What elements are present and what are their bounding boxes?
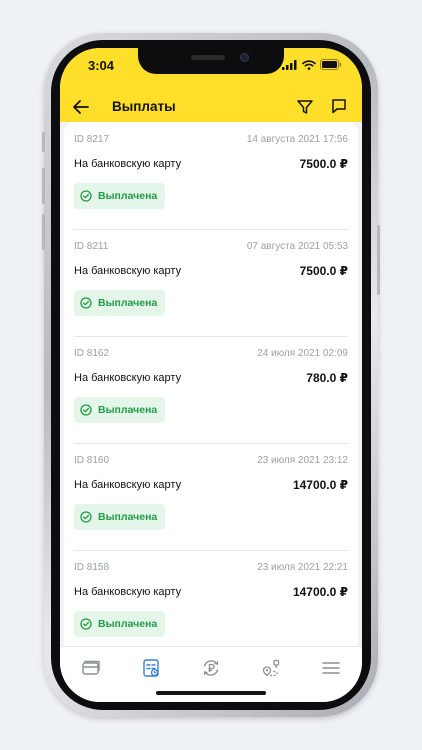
payouts-content: ID 8217 14 августа 2021 17:56 На банковс…: [60, 122, 362, 646]
payout-item[interactable]: ID 8160 23 июля 2021 23:12 На банковскую…: [74, 443, 348, 551]
payout-amount: 14700.0 ₽: [292, 478, 348, 492]
mute-switch: [42, 132, 45, 152]
wallet-icon[interactable]: [80, 657, 102, 679]
status-label: Выплачена: [98, 511, 158, 523]
route-map-icon[interactable]: [260, 657, 282, 679]
check-circle-icon: [80, 297, 92, 309]
app-header: Выплаты: [60, 92, 362, 122]
check-circle-icon: [80, 618, 92, 630]
payout-method: На банковскую карту: [74, 372, 182, 384]
power-button: [377, 225, 380, 295]
wifi-icon: [302, 59, 316, 70]
volume-down-button: [42, 214, 45, 250]
payout-method: На банковскую карту: [74, 479, 182, 491]
status-time: 3:04: [88, 58, 115, 73]
home-indicator[interactable]: [156, 691, 266, 695]
status-badge: Выплачена: [74, 397, 166, 423]
payout-date: 23 июля 2021 23:12: [257, 455, 348, 466]
page-title: Выплаты: [112, 99, 176, 114]
check-circle-icon: [80, 511, 92, 523]
payout-item[interactable]: ID 8162 24 июля 2021 02:09 На банковскую…: [74, 336, 348, 444]
payout-id: ID 8158: [74, 562, 110, 573]
signal-icon: [282, 59, 297, 70]
menu-icon[interactable]: [320, 657, 342, 679]
status-badge: Выплачена: [74, 504, 166, 530]
speaker: [191, 55, 225, 60]
app-screen: 3:04 Выплаты ID 8217 14 августа 2021 17:…: [60, 48, 362, 702]
payout-method: На банковскую карту: [74, 586, 182, 598]
status-label: Выплачена: [98, 618, 158, 630]
status-icons: [282, 59, 342, 70]
battery-icon: [320, 59, 342, 70]
filter-icon[interactable]: [296, 98, 314, 116]
ruble-exchange-icon[interactable]: [200, 657, 222, 679]
payout-id: ID 8160: [74, 455, 110, 466]
payout-amount: 14700.0 ₽: [292, 585, 348, 599]
payouts-list-icon[interactable]: [140, 657, 162, 679]
payout-id: ID 8162: [74, 348, 110, 359]
payout-date: 23 июля 2021 22:21: [257, 562, 348, 573]
back-arrow-icon[interactable]: [72, 98, 90, 116]
status-badge: Выплачена: [74, 290, 166, 316]
notch: [138, 48, 284, 74]
front-camera: [240, 53, 249, 62]
payout-item[interactable]: ID 8158 23 июля 2021 22:21 На банковскую…: [74, 550, 348, 646]
payout-method: На банковскую карту: [74, 158, 182, 170]
check-circle-icon: [80, 190, 92, 202]
status-label: Выплачена: [98, 297, 158, 309]
status-badge: Выплачена: [74, 183, 166, 209]
status-label: Выплачена: [98, 404, 158, 416]
check-circle-icon: [80, 404, 92, 416]
payout-amount: 780.0 ₽: [306, 371, 348, 385]
payout-amount: 7500.0 ₽: [299, 157, 348, 171]
volume-up-button: [42, 168, 45, 204]
payout-amount: 7500.0 ₽: [299, 264, 348, 278]
chat-icon[interactable]: [330, 97, 348, 115]
payout-id: ID 8217: [74, 134, 110, 145]
status-label: Выплачена: [98, 190, 158, 202]
payout-date: 14 августа 2021 17:56: [246, 134, 348, 145]
payout-item[interactable]: ID 8217 14 августа 2021 17:56 На банковс…: [74, 122, 348, 230]
payouts-list[interactable]: ID 8217 14 августа 2021 17:56 На банковс…: [64, 122, 358, 646]
payout-date: 07 августа 2021 05:53: [246, 241, 348, 252]
payout-method: На банковскую карту: [74, 265, 182, 277]
payout-id: ID 8211: [74, 241, 109, 252]
payout-date: 24 июля 2021 02:09: [257, 348, 348, 359]
status-badge: Выплачена: [74, 611, 166, 637]
payout-item[interactable]: ID 8211 07 августа 2021 05:53 На банковс…: [74, 229, 348, 337]
